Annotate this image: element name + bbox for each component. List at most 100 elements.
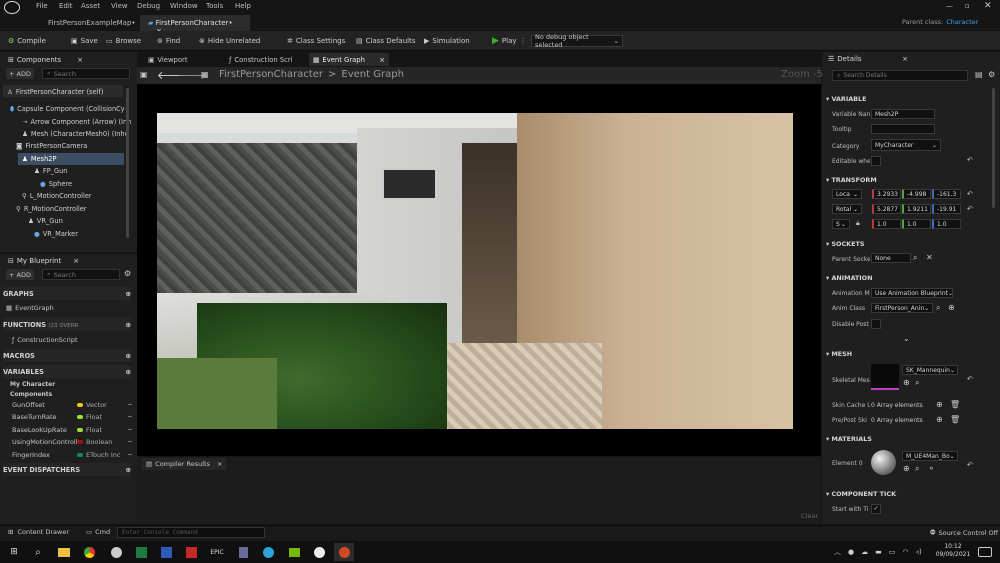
close-tab-icon[interactable]: × xyxy=(217,460,222,468)
variable-row[interactable]: BaseTurnRate Float ⌣ xyxy=(12,411,132,422)
component-mesh[interactable]: ♟ Mesh (CharacterMesh0) (Inhe xyxy=(22,128,129,140)
menu-tools[interactable]: Tools xyxy=(206,2,223,10)
play-button[interactable]: ▶ Play ⋮ xyxy=(492,35,527,47)
trash-icon[interactable]: 🗑︎ xyxy=(950,400,960,409)
component-r-motioncontroller[interactable]: ⚲ R_MotionController xyxy=(16,203,87,215)
component-fp-gun[interactable]: ♟ FP_Gun xyxy=(34,165,67,177)
disable-post-checkbox[interactable] xyxy=(871,319,881,329)
section-component-tick[interactable]: ▾ COMPONENT TICK xyxy=(826,488,990,500)
property-matrix-icon[interactable]: ▤ xyxy=(975,70,983,79)
search-icon[interactable]: ⌕ xyxy=(28,543,48,561)
menu-file[interactable]: File xyxy=(36,2,48,10)
component-camera[interactable]: ◙ FirstPersonCamera xyxy=(16,140,87,152)
anim-class-select[interactable]: FirstPerson_Anin ⌄ xyxy=(871,303,933,313)
parent-class-link[interactable]: Character xyxy=(946,18,978,26)
add-graph-icon[interactable]: ⊕ xyxy=(125,290,131,298)
file-explorer-icon[interactable] xyxy=(54,543,74,561)
material-options-icon[interactable]: ⚬ xyxy=(928,464,935,473)
search-icon[interactable]: ⌕ xyxy=(913,253,917,263)
tooltip-input[interactable] xyxy=(871,124,935,134)
telegram-icon[interactable] xyxy=(258,543,278,561)
browse-icon[interactable]: ⊕ xyxy=(903,464,910,473)
component-capsule[interactable]: ⬮ Capsule Component (CollisionCy xyxy=(10,103,125,115)
reset-icon[interactable]: ↶ xyxy=(967,375,973,383)
menu-asset[interactable]: Asset xyxy=(81,2,100,10)
variable-name-input[interactable]: Mesh2P xyxy=(871,109,935,119)
trash-icon[interactable]: 🗑︎ xyxy=(950,415,960,424)
scale-z[interactable]: 1.0 xyxy=(932,219,961,229)
skeletal-mesh-select[interactable]: SK_Mannequin ⌄ xyxy=(902,365,958,375)
section-sockets[interactable]: ▾ SOCKETS xyxy=(826,238,990,250)
component-arrow[interactable]: ➝ Arrow Component (Arrow) (Inh xyxy=(22,116,131,128)
add-dispatcher-icon[interactable]: ⊕ xyxy=(125,466,131,474)
search-icon[interactable]: ⌕ xyxy=(915,378,919,388)
material-thumbnail[interactable] xyxy=(871,450,896,475)
variable-row[interactable]: BaseLookUpRate Float ⌣ xyxy=(12,424,132,435)
add-macro-icon[interactable]: ⊕ xyxy=(125,352,131,360)
close-window-icon[interactable]: ✕ xyxy=(984,1,992,11)
console-command-input[interactable]: Enter Console Command xyxy=(117,527,265,538)
scale-mode-select[interactable]: S ⌄ xyxy=(832,219,850,229)
content-drawer-button[interactable]: ⊞ Content Drawer xyxy=(8,528,69,536)
close-tab-icon[interactable]: × xyxy=(379,56,385,64)
location-x[interactable]: 3.2933 xyxy=(872,189,901,199)
hide-unrelated-button[interactable]: ⊗ Hide Unrelated xyxy=(199,35,260,47)
section-materials[interactable]: ▾ MATERIALS xyxy=(826,433,990,445)
powerpoint-icon[interactable] xyxy=(334,543,354,561)
section-transform[interactable]: ▾ TRANSFORM xyxy=(826,174,990,186)
close-my-blueprint-icon[interactable]: × xyxy=(73,257,79,265)
save-button[interactable]: ▣ Save xyxy=(71,35,98,47)
chevron-up-icon[interactable]: ︿ xyxy=(834,547,841,557)
compile-button[interactable]: ⚙ Compile xyxy=(8,35,46,47)
word-icon[interactable] xyxy=(156,543,176,561)
location-mode-select[interactable]: Loca ⌄ xyxy=(832,189,862,199)
tab-event-graph[interactable]: ▦ Event Graph × xyxy=(309,53,389,66)
visibility-eye-icon[interactable]: ⌣ xyxy=(128,412,132,421)
unreal-logo-icon[interactable] xyxy=(4,1,20,14)
add-function-icon[interactable]: ⊕ xyxy=(125,321,131,329)
notification-icon[interactable] xyxy=(978,547,992,557)
menu-view[interactable]: View xyxy=(111,2,128,10)
visibility-eye-icon[interactable]: ⌣ xyxy=(128,450,132,459)
debug-object-select[interactable]: No debug object selected ⌄ xyxy=(531,33,623,49)
tray-app-icon[interactable]: ● xyxy=(848,548,854,556)
rotation-x[interactable]: 5.2877 xyxy=(872,204,901,214)
add-variable-icon[interactable]: ⊕ xyxy=(125,368,131,376)
add-blueprint-button[interactable]: + ADD xyxy=(6,269,34,280)
variable-row[interactable]: GunOffset Vector ⌣ xyxy=(12,399,132,410)
editable-checkbox[interactable] xyxy=(871,156,881,166)
rotation-y[interactable]: 1.9211 xyxy=(902,204,931,214)
wifi-icon[interactable]: ◠ xyxy=(902,548,908,556)
add-component-button[interactable]: + ADD xyxy=(6,68,34,79)
volume-icon[interactable]: ◃) xyxy=(915,548,921,556)
menu-debug[interactable]: Debug xyxy=(137,2,160,10)
search-icon[interactable]: ⌕ xyxy=(936,303,940,313)
variable-row[interactable]: FingerIndex ETouch Inc ⌣ xyxy=(12,449,132,460)
component-l-motioncontroller[interactable]: ⚲ L_MotionController xyxy=(22,190,92,202)
blueprint-search-input[interactable]: ⌕ Search xyxy=(42,269,120,280)
calculator-icon[interactable] xyxy=(233,543,253,561)
scale-x[interactable]: 1.0 xyxy=(872,219,901,229)
app-red-icon[interactable] xyxy=(181,543,201,561)
section-graphs[interactable]: GRAPHS ⊕ xyxy=(3,287,131,300)
animation-mode-select[interactable]: Use Animation Blueprint ⌄ xyxy=(871,288,953,298)
source-control-status[interactable]: ⛔︎ Source Control Off xyxy=(930,528,998,537)
parent-socket-input[interactable]: None xyxy=(871,253,911,263)
reset-icon[interactable]: ↶ xyxy=(967,461,973,469)
details-scrollbar[interactable] xyxy=(992,88,995,208)
tab-viewport[interactable]: ▣ Viewport xyxy=(142,53,193,66)
skeletal-mesh-thumbnail[interactable] xyxy=(871,364,899,390)
cmd-button[interactable]: ▭ Cmd xyxy=(86,528,110,536)
visibility-eye-icon[interactable]: ⌣ xyxy=(128,437,132,446)
battery-icon[interactable]: ▭ xyxy=(889,548,896,556)
visibility-eye-icon[interactable]: ⌣ xyxy=(128,400,132,409)
reset-location-icon[interactable]: ↶ xyxy=(967,190,973,198)
menu-edit[interactable]: Edit xyxy=(59,2,73,10)
component-self[interactable]: ♙ FirstPersonCharacter (self) xyxy=(7,86,103,98)
minimize-icon[interactable]: — xyxy=(946,2,953,10)
material-select[interactable]: M_UE4Man_Bo ⌄ xyxy=(902,451,958,461)
section-macros[interactable]: MACROS ⊕ xyxy=(3,349,131,362)
menu-help[interactable]: Help xyxy=(235,2,251,10)
tray-app-icon[interactable]: ☁ xyxy=(861,548,868,556)
tray-app-icon[interactable]: ▬ xyxy=(875,548,882,556)
